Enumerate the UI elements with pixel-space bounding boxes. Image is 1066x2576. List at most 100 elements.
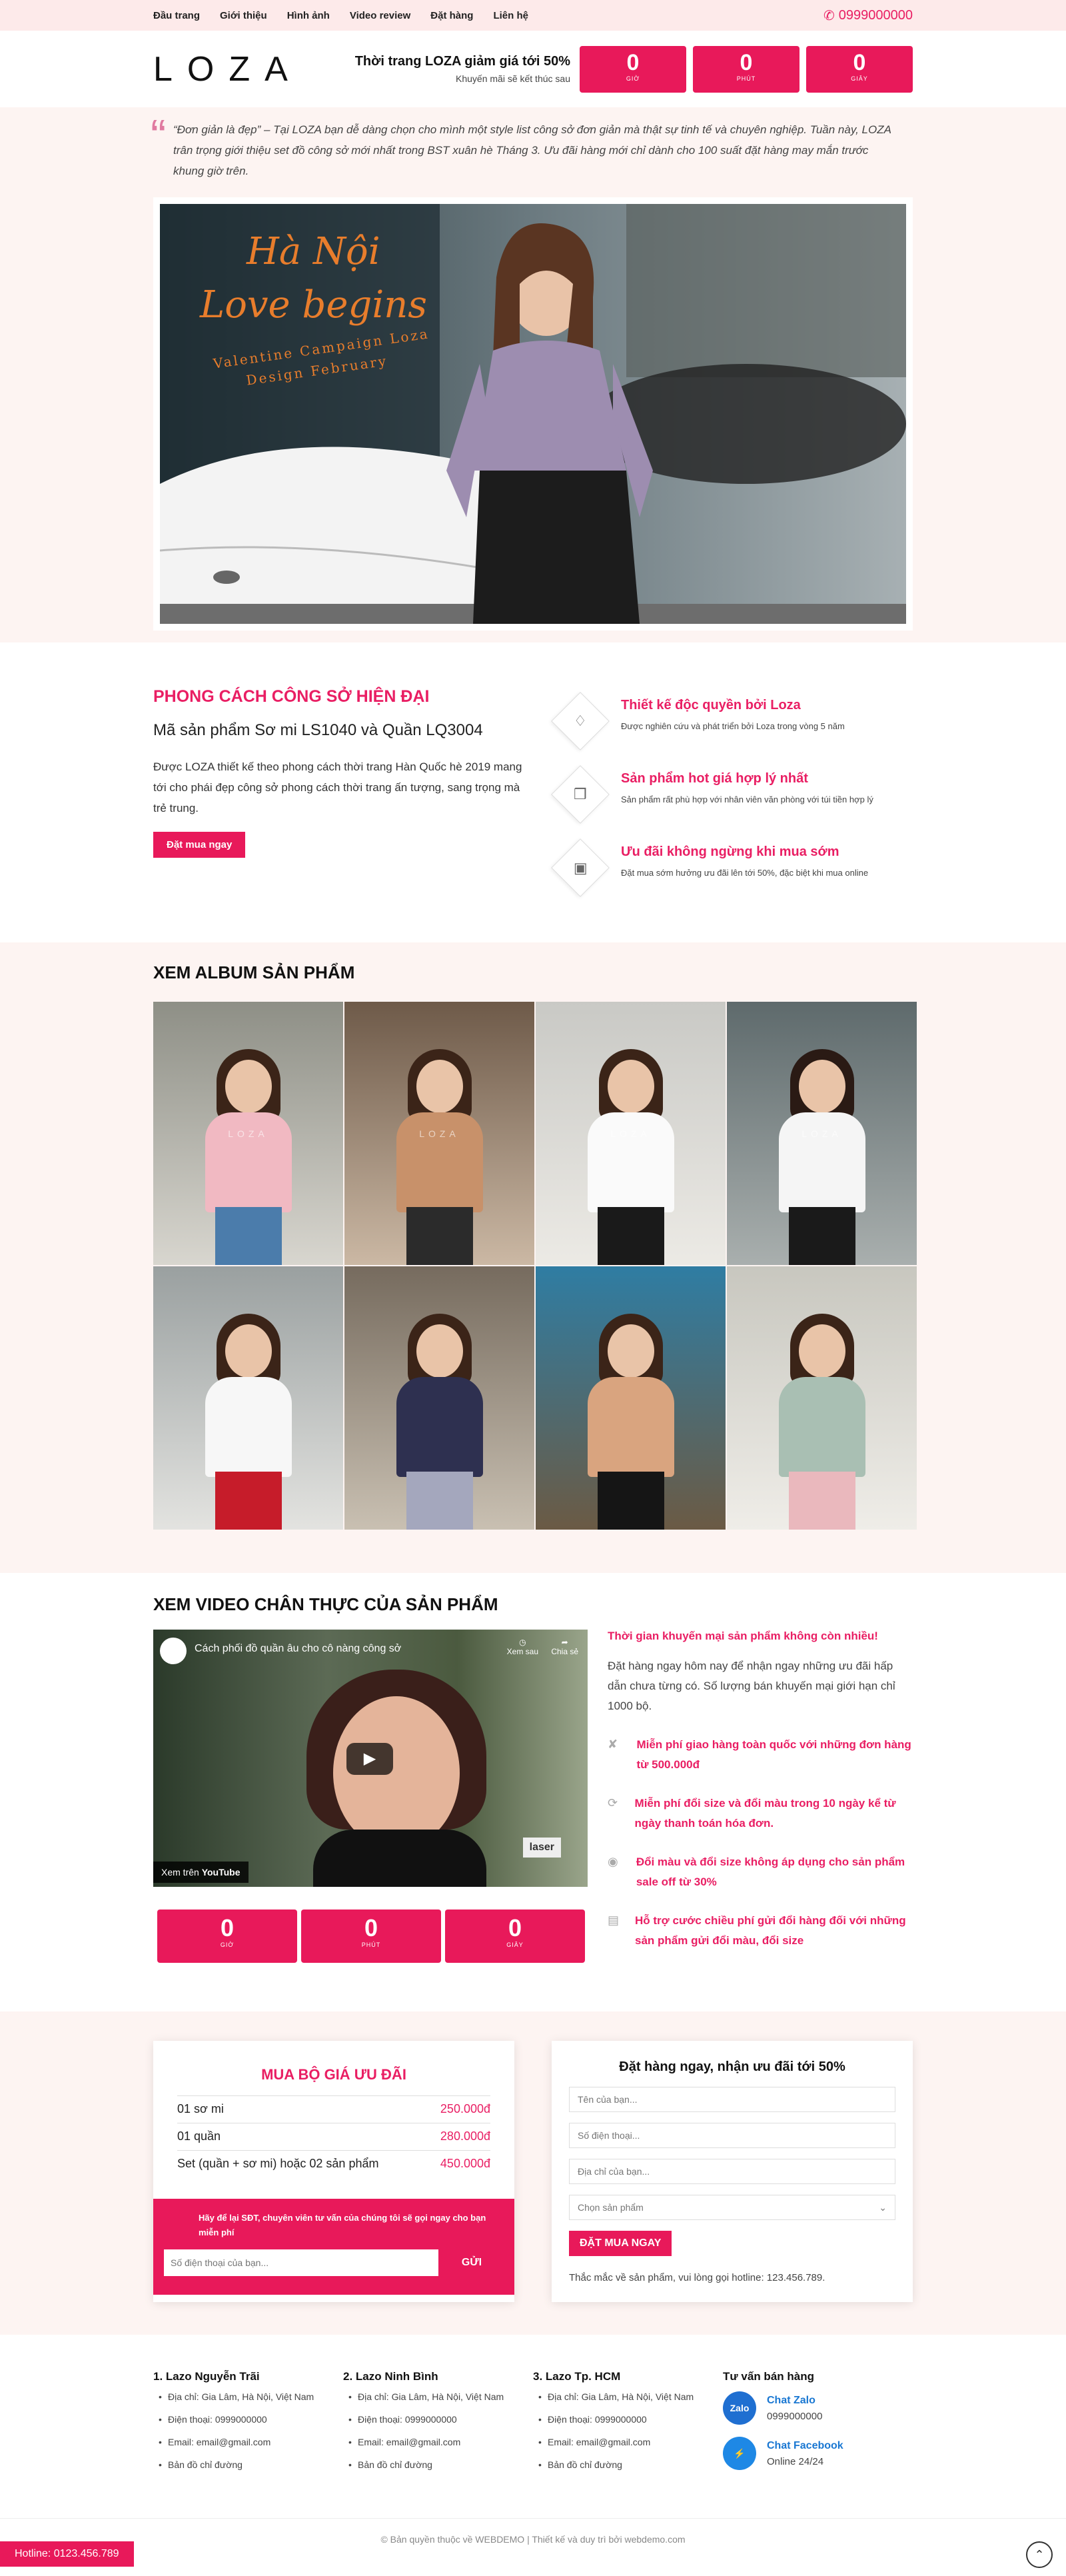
footer: 1. Lazo Nguyễn Trãi Địa chỉ: Gia Lâm, Hà… [0,2335,1066,2518]
nav-item-home[interactable]: Đầu trang [153,10,200,21]
store-title: 3. Lazo Tp. HCM [533,2370,621,2383]
exchange-icon: ⟳ [608,1796,618,1810]
callback-send-button[interactable]: GỬI [438,2249,505,2276]
channel-avatar[interactable] [160,1638,187,1664]
price-list: 01 sơ mi 250.000đ 01 quần 280.000đ Set (qu… [153,2083,514,2177]
nav-item-about[interactable]: Giới thiệu [220,10,267,21]
callback-text: Hãy để lại SĐT, chuyên viên tư vấn của c… [199,2213,486,2237]
store-col: 1. Lazo Nguyễn Trãi Địa chỉ: Gia Lâm, Hà… [153,2370,343,2482]
submit-order-button[interactable]: ĐẶT MUA NGAY [569,2231,672,2256]
promo-headline: Thời gian khuyến mại sản phẩm không còn … [608,1630,878,1642]
nav-item-contact[interactable]: Liên hệ [493,10,528,21]
album-photo[interactable] [727,1266,917,1530]
logo[interactable]: LOZA [153,49,313,89]
store-map-link[interactable]: Bản đồ chỉ đường [343,2459,533,2470]
feature-title: Thiết kế độc quyền bởi Loza [621,698,801,712]
album-photo[interactable]: LOZA [727,1002,917,1265]
watch-later-button[interactable]: ◷ Xem sau [507,1638,538,1656]
header-countdown: 0 GIỜ 0 PHÚT 0 GIÂY [580,45,913,93]
feature-text: Đặt mua sớm hưởng ưu đãi lên tới 50%, đặ… [621,868,869,878]
phone-icon: ✆ [823,8,835,23]
zalo-chat[interactable]: Zalo Chat Zalo 0999000000 [723,2391,913,2425]
promo-item: ✘ Miễn phí giao hàng toàn quốc với những … [608,1735,913,1775]
nav-item-order[interactable]: Đặt hàng [430,10,473,21]
nav-item-video[interactable]: Video review [350,10,410,21]
album-photo[interactable] [344,1266,534,1530]
share-label: Chia sẻ [551,1647,578,1656]
album-watermark: LOZA [228,1128,268,1139]
feature-item: ▣ Ưu đãi không ngừng khi mua sớm Đặt mua … [551,838,873,897]
hero-script-line1: Hà Nội [246,230,380,273]
countdown-value: 0 [740,49,753,75]
promo-item-text: Hỗ trợ cước chiều phí gửi đổi hàng đối v… [635,1914,906,1947]
quote-icon: “ [151,110,167,162]
promo-title: Thời trang LOZA giảm giá tới 50% [354,54,570,69]
album-grid: LOZA LOZA LOZA LOZA [153,1002,917,1530]
store-map-link[interactable]: Bản đồ chỉ đường [153,2459,343,2470]
store-phone: Điện thoại: 0999000000 [153,2414,343,2425]
zalo-sub: 0999000000 [767,2410,823,2422]
product-select-value: Chọn sản phẩm [578,2202,644,2213]
feature-text: Được nghiên cứu và phát triển bởi Loza t… [621,721,845,731]
watch-later-label: Xem sau [506,1647,538,1656]
promo-item-text: Miễn phí giao hàng toàn quốc với những đ… [636,1738,911,1771]
clock-icon: ◷ [519,1638,526,1647]
name-input[interactable] [569,2087,895,2112]
watch-on-youtube-button[interactable]: Xem trên YouTube [153,1862,249,1883]
promo-text: Đặt hàng ngay hôm nay để nhận ngay những… [608,1660,895,1712]
feature-item: ❒ Sản phẩm hot giá hợp lý nhất Sản phẩm r… [551,765,873,824]
order-now-button[interactable]: Đặt mua ngay [153,832,246,858]
play-icon[interactable]: ▶ [346,1743,393,1775]
product-select[interactable]: Chọn sản phẩm ⌄ [569,2195,895,2220]
promo-item-text: Miễn phí đổi size và đổi màu trong 10 ng… [634,1797,896,1830]
shipping-icon: ✘ [608,1738,618,1751]
album-photo[interactable] [536,1266,726,1530]
facebook-chat[interactable]: ⚡ Chat Facebook Online 24/24 [723,2437,913,2470]
hero-image: Hà Nội Love begins Valentine Campaign Lo… [153,197,913,631]
album-title: XEM ALBUM SẢN PHẨM [153,962,355,982]
price-value: 280.000đ [440,2129,490,2143]
callback-phone-input[interactable] [164,2249,438,2276]
album-photo[interactable] [153,1266,343,1530]
store-phone: Điện thoại: 0999000000 [533,2414,723,2425]
album-photo[interactable]: LOZA [344,1002,534,1265]
zalo-link[interactable]: Chat Zalo [767,2395,822,2407]
delivery-icon: ▤ [608,1914,620,1927]
store-email: Email: email@gmail.com [343,2437,533,2447]
hotline-button[interactable]: Hotline: 0123.456.789 [0,2541,134,2567]
address-input[interactable] [569,2159,895,2184]
features-text: Được LOZA thiết kế theo phong cách thời … [153,760,522,814]
album-photo[interactable]: LOZA [153,1002,343,1265]
phone-input[interactable] [569,2123,895,2148]
features-section: PHONG CÁCH CÔNG SỞ HIỆN ĐẠI Mã sản phẩm … [0,643,1066,942]
store-address: Địa chỉ: Gia Lâm, Hà Nội, Việt Nam [533,2391,723,2402]
video-title[interactable]: Cách phối đồ quần âu cho cô nàng công sở [195,1643,401,1655]
price-item-name: 01 sơ mi [177,2102,224,2115]
bag-icon: ▣ [573,858,588,876]
video-section: XEM VIDEO CHÂN THỰC CỦA SẢN PHẨM Cách ph… [0,1573,1066,2011]
video-countdown: 0 GIỜ 0 PHÚT 0 GIÂY [153,1910,588,1963]
album-photo[interactable]: LOZA [536,1002,726,1265]
feature-icon-box: ❒ [551,765,610,824]
facebook-link[interactable]: Chat Facebook [767,2440,843,2452]
hero-script-line2: Love begins [199,283,427,327]
video-section-title: XEM VIDEO CHÂN THỰC CỦA SẢN PHẨM [153,1594,498,1614]
zalo-icon: Zalo [723,2391,756,2425]
countdown-seconds: 0 GIÂY [806,45,913,93]
pricing-card: MUA BỘ GIÁ ƯU ĐÃI 01 sơ mi 250.000đ 01 qu… [153,2041,514,2302]
store-title: 1. Lazo Nguyễn Trãi [153,2370,260,2383]
share-button[interactable]: ➦ Chia sẻ [551,1638,578,1656]
feature-text: Sản phẩm rất phù hợp với nhân viên văn p… [621,794,873,804]
store-map-link[interactable]: Bản đồ chỉ đường [533,2459,723,2470]
topbar-phone[interactable]: ✆ 0999000000 [823,7,913,24]
nav-item-images[interactable]: Hình ảnh [287,10,330,21]
copyright: © Bản quyền thuộc về WEBDEMO | Thiết kế … [0,2518,1066,2562]
store-col: 3. Lazo Tp. HCM Địa chỉ: Gia Lâm, Hà Nội… [533,2370,723,2482]
store-address: Địa chỉ: Gia Lâm, Hà Nội, Việt Nam [343,2391,533,2402]
back-to-top-icon[interactable]: ⌃ [1026,2541,1053,2568]
video-player[interactable]: Cách phối đồ quần âu cho cô nàng công sở… [153,1630,588,1887]
order-note: Thắc mắc về sản phẩm, vui lòng gọi hotli… [569,2272,825,2283]
album-section: XEM ALBUM SẢN PHẨM LOZA LOZA LOZA LOZA [0,942,1066,1573]
countdown-label: GIỜ [626,75,640,82]
main-nav: Đầu trang Giới thiệu Hình ảnh Video revi… [153,10,528,21]
